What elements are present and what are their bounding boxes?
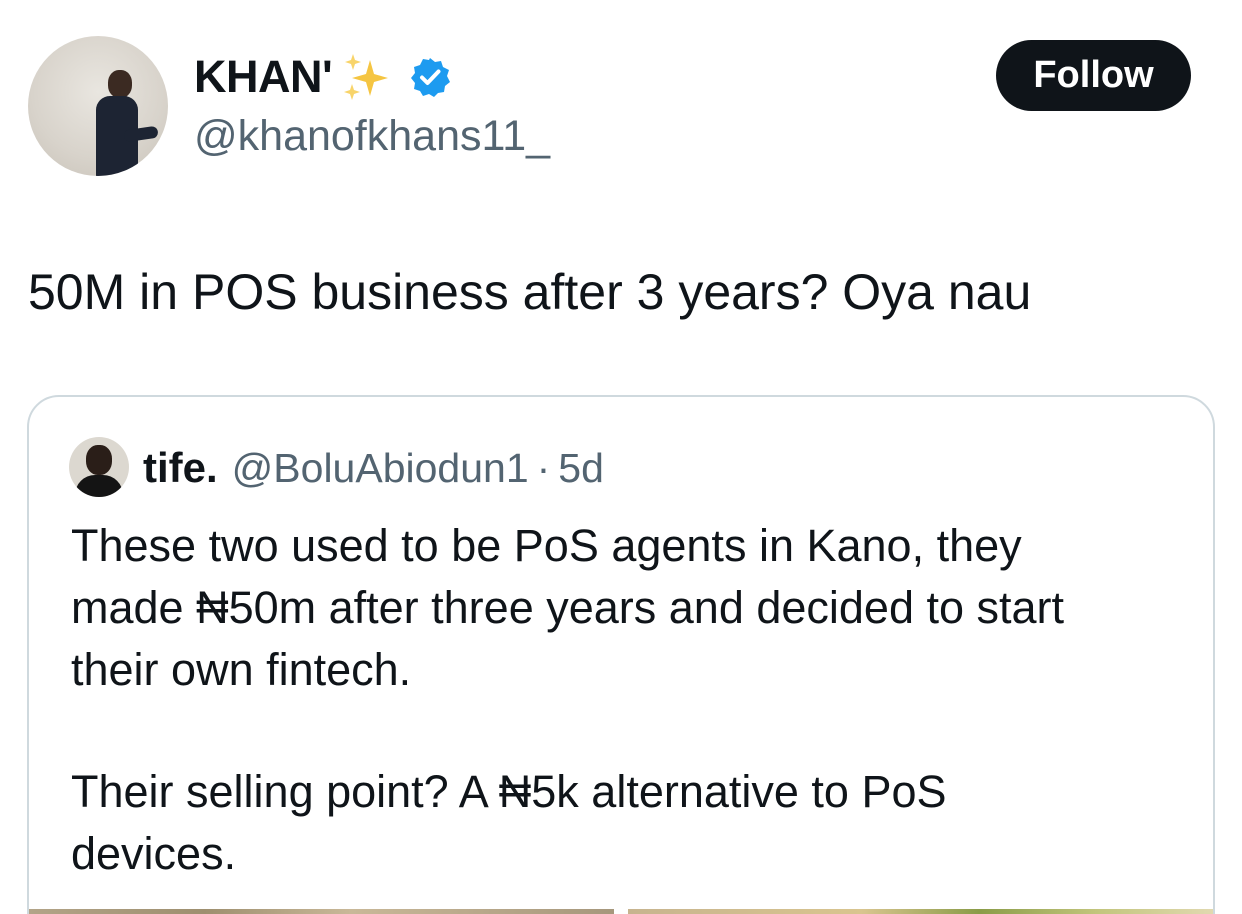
author-display-name[interactable]: KHAN' bbox=[194, 51, 333, 103]
quoted-tweet-paragraph: These two used to be PoS agents in Kano,… bbox=[71, 520, 1065, 695]
quoted-tweet-paragraph: Their selling point? A ₦5k alternative t… bbox=[71, 766, 947, 879]
quoted-tweet-time[interactable]: 5d bbox=[558, 445, 604, 492]
author-handle[interactable]: @khanofkhans11_ bbox=[194, 112, 550, 161]
verified-badge-icon bbox=[411, 58, 451, 97]
quoted-avatar-body bbox=[75, 475, 123, 497]
quoted-author-name[interactable]: tife. bbox=[143, 444, 218, 492]
quoted-tweet-meta: tife. @BoluAbiodun1 · 5d bbox=[143, 444, 604, 492]
quoted-author-avatar[interactable] bbox=[69, 437, 129, 497]
media-image-1[interactable] bbox=[29, 909, 614, 914]
quoted-tweet-body: These two used to be PoS agents in Kano,… bbox=[71, 515, 1191, 885]
media-image-2[interactable] bbox=[628, 909, 1213, 914]
quoted-tweet-card[interactable]: tife. @BoluAbiodun1 · 5d These two used … bbox=[27, 395, 1215, 914]
tweet-text: 50M in POS business after 3 years? Oya n… bbox=[28, 264, 1032, 320]
author-avatar[interactable] bbox=[28, 36, 168, 176]
sparkles-icon bbox=[344, 54, 389, 100]
quoted-avatar-head bbox=[86, 445, 112, 475]
quoted-author-handle[interactable]: @BoluAbiodun1 bbox=[232, 445, 529, 492]
tweet: KHAN' @khanofkhans11_ Follow 50M in POS … bbox=[0, 0, 1242, 914]
follow-button[interactable]: Follow bbox=[996, 40, 1191, 111]
quoted-tweet-media[interactable] bbox=[29, 909, 1213, 914]
avatar-head bbox=[108, 70, 132, 98]
author-name-row: KHAN' bbox=[194, 51, 451, 103]
meta-separator: · bbox=[536, 444, 551, 491]
